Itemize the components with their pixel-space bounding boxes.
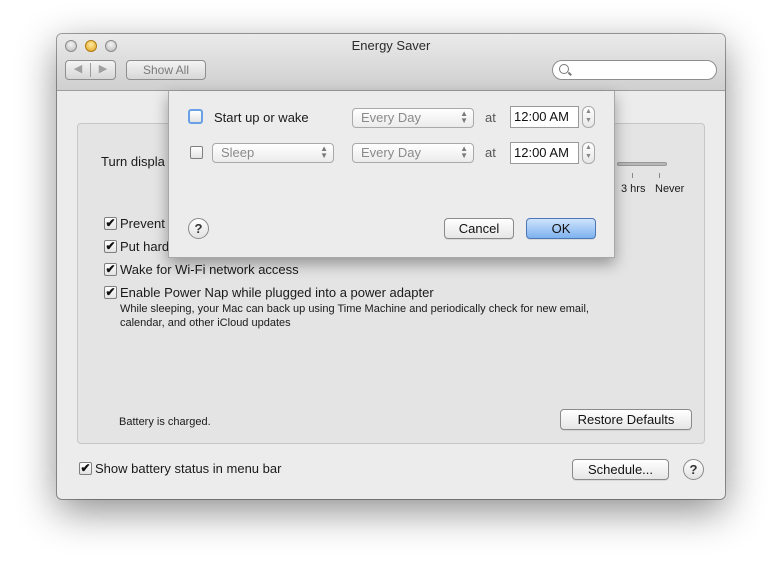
window-title: Energy Saver — [351, 38, 431, 53]
slider-tick — [632, 173, 633, 178]
wake-wifi-label: Wake for Wi-Fi network access — [120, 262, 299, 277]
show-all-button[interactable]: Show All — [126, 60, 206, 80]
wake-wifi-checkbox[interactable]: ✔ — [104, 263, 117, 276]
popup-arrows-icon: ▲ ▼ — [320, 144, 328, 160]
slider-tick — [659, 173, 660, 178]
power-nap-description-line2: calendar, and other iCloud updates — [120, 317, 291, 329]
sleep-frequency-value: Every Day — [361, 145, 421, 160]
back-icon[interactable]: ◀ — [66, 62, 90, 75]
turn-display-off-label: Turn displa — [101, 154, 165, 169]
display-sleep-slider[interactable] — [617, 162, 667, 166]
prevent-sleep-checkbox[interactable]: ✔ — [104, 217, 117, 230]
start-up-frequency-popup[interactable]: Every Day ▲ ▼ — [352, 108, 474, 128]
put-hard-disks-label: Put hard — [120, 239, 170, 254]
search-field[interactable] — [552, 60, 717, 80]
cancel-button[interactable]: Cancel — [444, 218, 514, 239]
power-nap-description-line1: While sleeping, your Mac can back up usi… — [120, 303, 589, 315]
sheet-help-button[interactable]: ? — [188, 218, 209, 239]
back-forward-control: ◀ ▶ — [65, 60, 116, 80]
start-up-wake-checkbox[interactable] — [188, 109, 203, 124]
sleep-time-stepper[interactable]: ▲ ▼ — [582, 142, 595, 164]
sleep-time-field[interactable]: 12:00 AM — [510, 142, 579, 164]
help-button[interactable]: ? — [683, 459, 704, 480]
start-up-wake-label: Start up or wake — [214, 110, 309, 125]
restore-defaults-button[interactable]: Restore Defaults — [560, 409, 692, 430]
start-up-at-label: at — [485, 110, 496, 125]
power-nap-checkbox[interactable]: ✔ — [104, 286, 117, 299]
battery-status-text: Battery is charged. — [119, 416, 211, 428]
popup-arrows-icon: ▲ ▼ — [460, 109, 468, 125]
power-nap-label: Enable Power Nap while plugged into a po… — [120, 285, 434, 300]
start-up-frequency-value: Every Day — [361, 110, 421, 125]
sleep-checkbox[interactable] — [190, 146, 203, 159]
ok-button[interactable]: OK — [526, 218, 596, 239]
schedule-button[interactable]: Schedule... — [572, 459, 669, 480]
title-bar: Energy Saver ◀ ▶ Show All — [57, 34, 725, 91]
show-battery-status-label: Show battery status in menu bar — [95, 461, 282, 476]
slider-label-3-hrs: 3 hrs — [621, 183, 646, 195]
start-up-time-field[interactable]: 12:00 AM — [510, 106, 579, 128]
sleep-action-value: Sleep — [221, 145, 255, 160]
schedule-sheet: Start up or wake Every Day ▲ ▼ at 12:00 A… — [168, 91, 615, 258]
start-up-time-stepper[interactable]: ▲ ▼ — [582, 106, 595, 128]
sleep-at-label: at — [485, 145, 496, 160]
sleep-frequency-popup[interactable]: Every Day ▲ ▼ — [352, 143, 474, 163]
slider-label-never: Never — [655, 183, 685, 195]
show-battery-status-checkbox[interactable]: ✔ — [79, 462, 92, 475]
prevent-sleep-label: Prevent — [120, 216, 165, 231]
search-icon — [559, 64, 569, 74]
forward-icon[interactable]: ▶ — [91, 62, 115, 75]
put-hard-disks-checkbox[interactable]: ✔ — [104, 240, 117, 253]
sleep-action-popup[interactable]: Sleep ▲ ▼ — [212, 143, 334, 163]
popup-arrows-icon: ▲ ▼ — [460, 144, 468, 160]
